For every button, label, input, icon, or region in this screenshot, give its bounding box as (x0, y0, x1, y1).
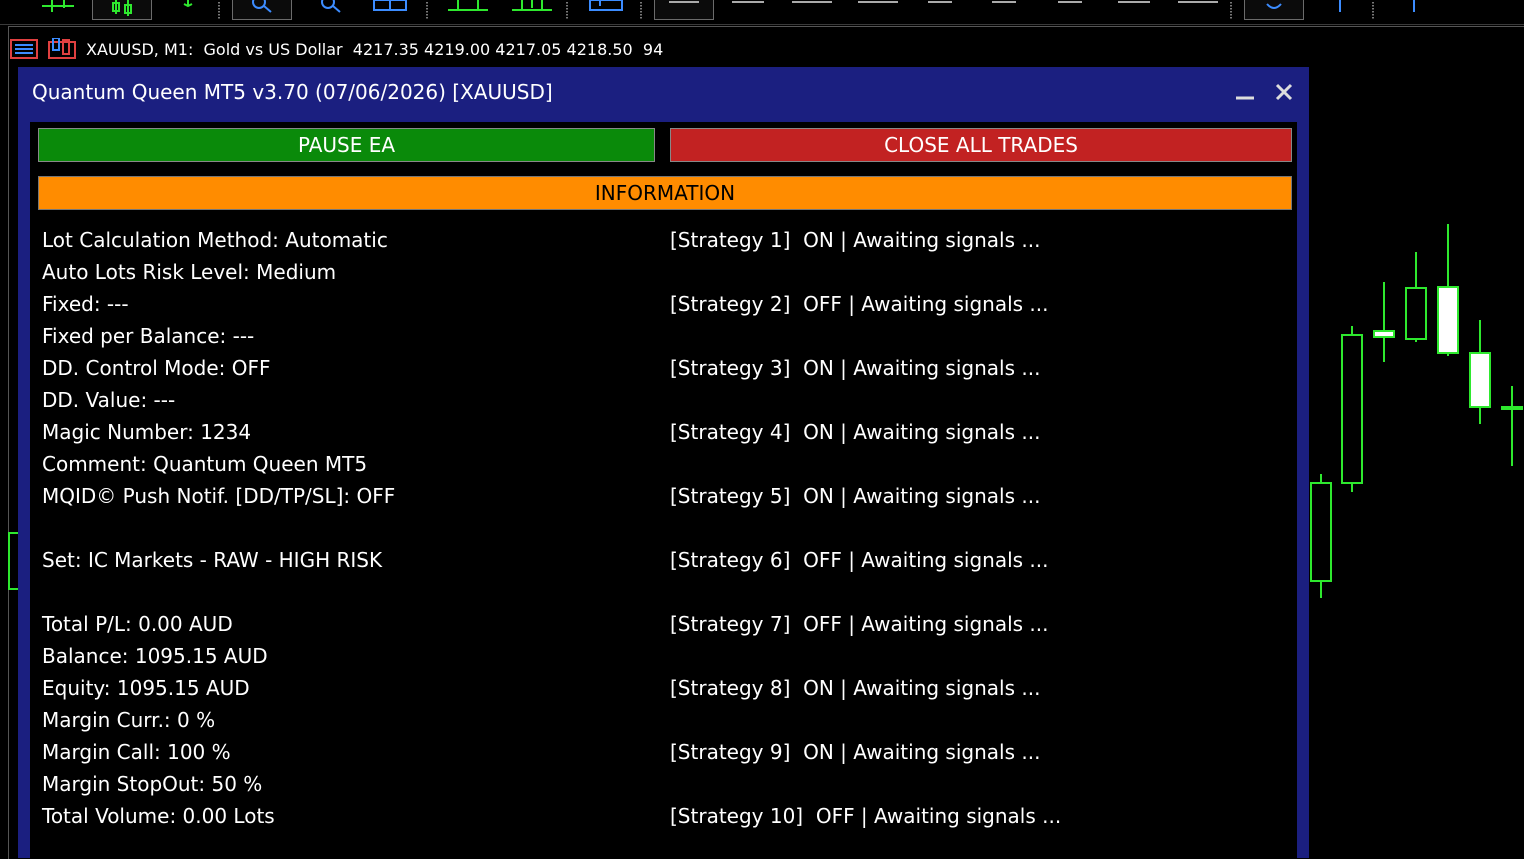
strategy-status: [Strategy 9] ON | Awaiting signals ... (670, 740, 1041, 764)
chart-header: XAUUSD, M1: Gold vs US Dollar 4217.35 42… (10, 36, 663, 62)
panel-content: PAUSE EA CLOSE ALL TRADES INFORMATION Lo… (30, 122, 1297, 858)
toolbar-separator (1372, 2, 1374, 20)
timeframe-d1-icon[interactable] (1056, 0, 1084, 14)
timeframe-h1-icon[interactable] (926, 0, 954, 14)
minimize-icon[interactable] (1235, 85, 1255, 101)
close-all-trades-button[interactable]: CLOSE ALL TRADES (670, 128, 1292, 162)
toolbar-separator (1230, 2, 1232, 20)
info-line: Margin Curr.: 0 % (42, 708, 216, 732)
chart-symbol-info: XAUUSD, M1: Gold vs US Dollar 4217.35 42… (86, 39, 664, 59)
info-line: Auto Lots Risk Level: Medium (42, 260, 337, 284)
info-line: Lot Calculation Method: Automatic (42, 228, 388, 252)
timeframe-m1-button[interactable] (654, 0, 714, 20)
zoom-out-icon[interactable] (316, 0, 346, 14)
candle (1341, 326, 1363, 492)
strategy-status: [Strategy 10] OFF | Awaiting signals ... (670, 804, 1062, 828)
ea-panel: Quantum Queen MT5 v3.70 (07/06/2026) [XA… (18, 67, 1309, 858)
info-line: Set: IC Markets - RAW - HIGH RISK (42, 548, 383, 572)
zoom-in-button[interactable] (232, 0, 292, 20)
info-line: Margin StopOut: 50 % (42, 772, 263, 796)
candle (1501, 386, 1523, 466)
candlestick-chart-button[interactable] (92, 0, 152, 20)
info-line: MQID© Push Notif. [DD/TP/SL]: OFF (42, 484, 396, 508)
period-separator-icon[interactable] (446, 0, 490, 14)
info-line: Total P/L: 0.00 AUD (42, 612, 233, 636)
candlestick-icon (112, 0, 132, 16)
toolbar-separator (426, 2, 428, 20)
toolbar-separator (218, 2, 220, 20)
timeframe-m5-icon[interactable] (730, 0, 766, 14)
information-header: INFORMATION (38, 176, 1292, 210)
timeframe-w1-icon[interactable] (1116, 0, 1152, 14)
strategy-status: [Strategy 4] ON | Awaiting signals ... (670, 420, 1041, 444)
vertical-line-icon[interactable] (1404, 0, 1424, 14)
pause-ea-button[interactable]: PAUSE EA (38, 128, 655, 162)
candle (1373, 282, 1395, 362)
strategy-status: [Strategy 1] ON | Awaiting signals ... (670, 228, 1041, 252)
info-line: Magic Number: 1234 (42, 420, 252, 444)
strategy-status: [Strategy 6] OFF | Awaiting signals ... (670, 548, 1049, 572)
timeframe-h4-icon[interactable] (990, 0, 1018, 14)
timeframe-m15-icon[interactable] (790, 0, 834, 14)
tile-windows-icon[interactable] (372, 0, 408, 14)
crosshair-icon[interactable] (1330, 0, 1350, 14)
candle (1469, 320, 1491, 424)
strategy-status: [Strategy 8] ON | Awaiting signals ... (670, 676, 1041, 700)
candle (1310, 474, 1332, 598)
info-line: Fixed per Balance: --- (42, 324, 255, 348)
info-line: Margin Call: 100 % (42, 740, 231, 764)
candle (1405, 252, 1427, 342)
panel-title[interactable]: Quantum Queen MT5 v3.70 (07/06/2026) [XA… (32, 80, 553, 104)
tools-icon (1266, 3, 1282, 9)
strategy-status: [Strategy 7] OFF | Awaiting signals ... (670, 612, 1049, 636)
toolbar-separator (566, 2, 568, 20)
info-line: Equity: 1095.15 AUD (42, 676, 250, 700)
tools-button[interactable] (1244, 0, 1304, 20)
m1-label-icon (669, 1, 699, 3)
info-line: Total Volume: 0.00 Lots (42, 804, 275, 828)
strategy-status: [Strategy 3] ON | Awaiting signals ... (670, 356, 1041, 380)
timeframe-m30-icon[interactable] (856, 0, 900, 14)
templates-icon[interactable] (584, 0, 628, 14)
candle (1437, 224, 1459, 356)
close-icon[interactable] (1274, 82, 1294, 102)
line-chart-icon[interactable] (40, 0, 76, 14)
grid-icon[interactable] (510, 0, 554, 14)
strategy-status: [Strategy 2] OFF | Awaiting signals ... (670, 292, 1049, 316)
toolbar-separator (640, 2, 642, 20)
info-line: DD. Value: --- (42, 388, 176, 412)
info-line: Balance: 1095.15 AUD (42, 644, 268, 668)
strategy-status: [Strategy 5] ON | Awaiting signals ... (670, 484, 1041, 508)
info-line: Comment: Quantum Queen MT5 (42, 452, 368, 476)
trading-panel-icon[interactable] (10, 38, 38, 60)
info-line: Fixed: --- (42, 292, 129, 316)
chart-properties-icon[interactable] (48, 38, 76, 60)
timeframe-mn-icon[interactable] (1176, 0, 1220, 14)
top-toolbar (0, 0, 1524, 25)
info-line: DD. Control Mode: OFF (42, 356, 271, 380)
zoom-in-icon (252, 0, 272, 13)
bar-chart-icon[interactable] (178, 0, 198, 14)
